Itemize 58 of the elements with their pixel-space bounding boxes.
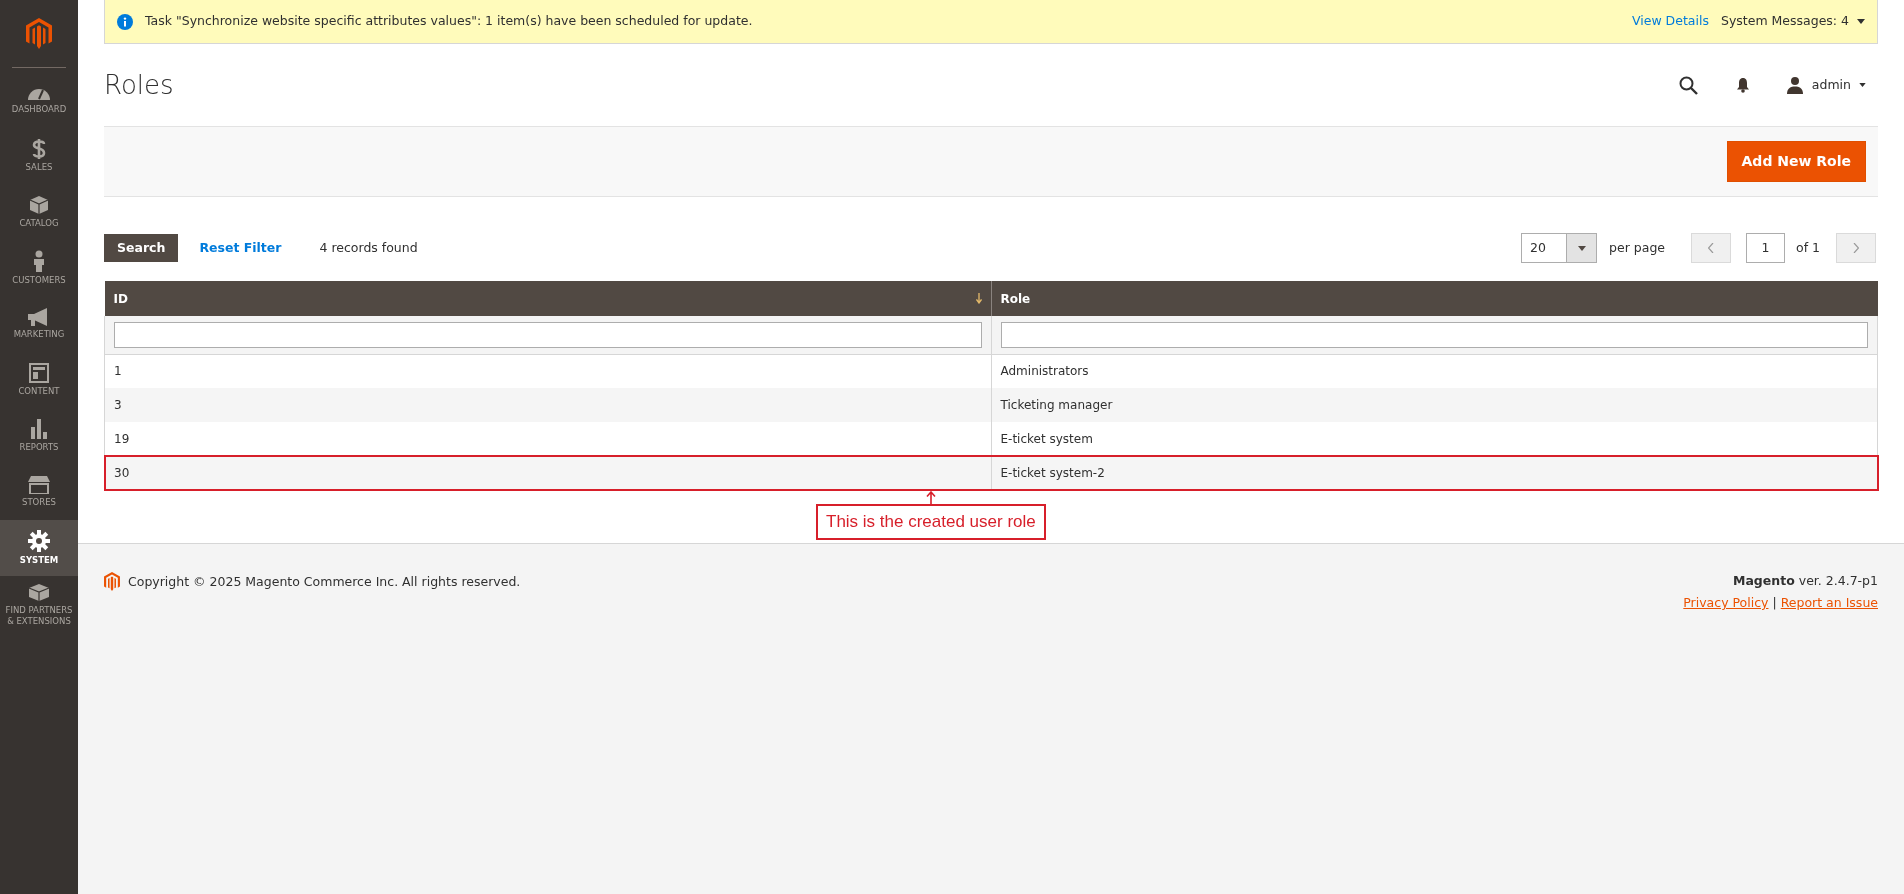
sidebar-item[interactable]: CUSTOMERS xyxy=(0,240,78,296)
sidebar-item[interactable]: SALES xyxy=(0,128,78,184)
sidebar-item[interactable]: FIND PARTNERS & EXTENSIONS xyxy=(0,576,78,632)
page-total: of 1 xyxy=(1796,238,1820,257)
brand-name: Magento xyxy=(1733,571,1795,590)
add-new-role-button[interactable]: Add New Role xyxy=(1726,141,1866,182)
table-cell: E-ticket system-2 xyxy=(991,456,1878,490)
sidebar-item[interactable]: CONTENT xyxy=(0,352,78,408)
box-icon xyxy=(29,195,49,215)
link-separator: | xyxy=(1772,594,1777,613)
logo-icon xyxy=(104,571,120,591)
caret-icon xyxy=(1859,83,1866,87)
reset-filter-link[interactable]: Reset Filter xyxy=(199,238,282,258)
table-cell: 30 xyxy=(104,456,991,490)
bell-icon[interactable] xyxy=(1735,77,1750,93)
per-page-select[interactable]: 20 xyxy=(1521,233,1598,263)
view-details-link[interactable]: View Details xyxy=(1632,12,1709,31)
user-icon xyxy=(1785,76,1804,94)
footer-link[interactable]: Privacy Policy xyxy=(1683,594,1769,613)
sidebar-item[interactable]: CATALOG xyxy=(0,184,78,240)
previous-page-button[interactable] xyxy=(1691,233,1731,263)
id-filter-field[interactable] xyxy=(114,321,982,348)
chevron-left-icon xyxy=(1708,243,1714,253)
sidebar-item[interactable]: SYSTEM xyxy=(0,520,78,576)
version-text: ver. 2.4.7-p1 xyxy=(1798,571,1878,590)
info-icon xyxy=(117,13,133,30)
logo-icon xyxy=(26,18,52,49)
per-page-label: per page xyxy=(1609,238,1665,257)
storefront-icon xyxy=(28,476,50,494)
sidebar-item[interactable]: MARKETING xyxy=(0,296,78,352)
page-number-field[interactable]: 1 xyxy=(1746,233,1785,263)
page-title: Roles xyxy=(104,68,174,102)
annotation-callout: This is the created user role xyxy=(816,504,1046,540)
bar-chart-icon xyxy=(30,419,48,439)
footer-link[interactable]: Report an Issue xyxy=(1780,594,1878,613)
column-header[interactable]: Role xyxy=(991,281,1878,316)
caret-icon xyxy=(1577,245,1586,251)
dollar-icon xyxy=(32,139,46,159)
sidebar-item[interactable]: REPORTS xyxy=(0,408,78,464)
system-messages-toggle[interactable]: System Messages: 4 xyxy=(1720,12,1865,31)
chevron-right-icon xyxy=(1853,243,1859,253)
next-page-button[interactable] xyxy=(1836,233,1876,263)
copyright-text: Copyright © 2025 Magento Commerce Inc. All rights reserved. xyxy=(128,572,521,591)
search-button[interactable]: Search xyxy=(104,234,179,262)
message-text: Task "Synchronize website specific attributes values": 1 item(s) have been scheduled for update. xyxy=(145,12,753,31)
sidebar-item[interactable]: DASHBOARD xyxy=(0,72,78,128)
user-menu[interactable]: admin xyxy=(1785,75,1866,95)
column-header[interactable]: ID xyxy=(104,281,991,316)
person-icon xyxy=(33,250,45,272)
role-filter-field[interactable] xyxy=(1000,321,1868,348)
caret-icon xyxy=(1857,19,1865,24)
sidebar-item[interactable]: STORES xyxy=(0,464,78,520)
arrow-icon xyxy=(925,491,936,504)
sort-arrow-icon xyxy=(975,293,982,304)
gear-icon xyxy=(28,530,50,552)
layout-icon xyxy=(29,363,49,383)
search-icon[interactable] xyxy=(1678,75,1698,95)
records-count: 4 records found xyxy=(319,238,418,257)
